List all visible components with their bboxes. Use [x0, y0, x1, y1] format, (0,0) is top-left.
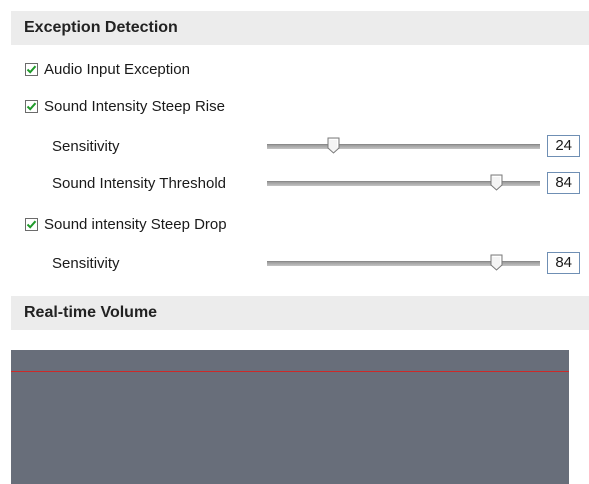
steep-drop-sensitivity-input[interactable]: 84 [547, 252, 580, 274]
threshold-label: Sound Intensity Threshold [52, 175, 227, 192]
checkmark-icon [26, 102, 37, 111]
steep-rise-sensitivity-slider[interactable] [267, 135, 540, 159]
realtime-volume-header: Real-time Volume [11, 296, 589, 330]
slider-thumb[interactable] [490, 174, 503, 191]
checkmark-icon [26, 220, 37, 229]
audio-input-exception-label: Audio Input Exception [44, 61, 190, 78]
steep-drop-checkbox[interactable] [25, 218, 38, 231]
volume-threshold-line [11, 371, 569, 372]
exception-detection-page: Exception Detection Audio Input Exceptio… [0, 0, 589, 484]
steep-rise-sensitivity-input[interactable]: 24 [547, 135, 580, 157]
checkmark-icon [26, 65, 37, 74]
threshold-row: Sound Intensity Threshold 84 [0, 172, 589, 196]
slider-thumb[interactable] [490, 254, 503, 271]
steep-drop-sensitivity-label: Sensitivity [52, 255, 120, 272]
steep-drop-sensitivity-row: Sensitivity 84 [0, 252, 589, 276]
audio-input-exception-checkbox[interactable] [25, 63, 38, 76]
threshold-slider[interactable] [267, 172, 540, 196]
steep-drop-sensitivity-slider[interactable] [267, 252, 540, 276]
steep-drop-row: Sound intensity Steep Drop [0, 214, 589, 238]
steep-drop-label: Sound intensity Steep Drop [44, 216, 227, 233]
steep-rise-sensitivity-label: Sensitivity [52, 138, 120, 155]
steep-rise-checkbox[interactable] [25, 100, 38, 113]
realtime-volume-panel [11, 350, 569, 484]
steep-rise-row: Sound Intensity Steep Rise [0, 96, 589, 120]
slider-thumb[interactable] [327, 137, 340, 154]
steep-rise-sensitivity-row: Sensitivity 24 [0, 135, 589, 159]
steep-rise-label: Sound Intensity Steep Rise [44, 98, 225, 115]
audio-input-exception-row: Audio Input Exception [0, 59, 589, 83]
slider-track [267, 144, 540, 149]
threshold-input[interactable]: 84 [547, 172, 580, 194]
exception-detection-header: Exception Detection [11, 11, 589, 45]
